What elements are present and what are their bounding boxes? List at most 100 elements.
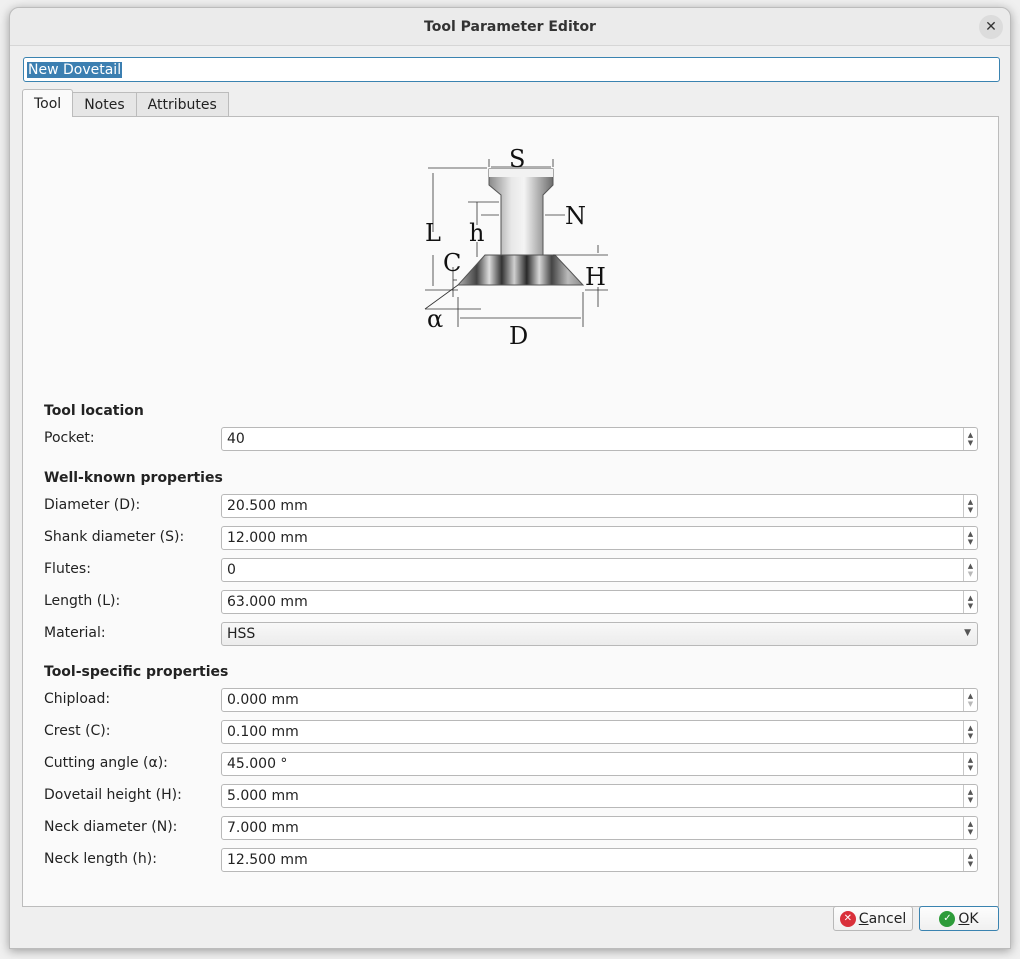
spin-down-icon[interactable]: ▼ (968, 828, 973, 836)
neck-length-spinbox[interactable]: 12.500 mm ▲ ▼ (221, 848, 978, 872)
chipload-value: 0.000 mm (227, 692, 299, 708)
pocket-value: 40 (227, 431, 245, 447)
diagram-label-h-neck: h (469, 219, 484, 247)
diagram-label-h-dovetail: H (585, 263, 606, 291)
dovetail-height-spinbox[interactable]: 5.000 mm ▲ ▼ (221, 784, 978, 808)
diagram-label-s: S (509, 147, 525, 173)
diameter-spinbox[interactable]: 20.500 mm ▲ ▼ (221, 494, 978, 518)
spin-up-icon[interactable]: ▲ (968, 692, 973, 700)
spin-up-icon[interactable]: ▲ (968, 431, 973, 439)
spin-down-icon[interactable]: ▼ (968, 538, 973, 546)
spin-up-icon[interactable]: ▲ (968, 498, 973, 506)
spin-down-icon[interactable]: ▼ (968, 439, 973, 447)
title-bar: Tool Parameter Editor ✕ (10, 8, 1010, 46)
field-neck-diameter: Neck diameter (N): 7.000 mm ▲ ▼ (44, 816, 979, 840)
spin-down-icon[interactable]: ▼ (968, 506, 973, 514)
tab-bar: Tool Notes Attributes (22, 89, 229, 117)
diagram-label-alpha: α (427, 305, 443, 333)
flutes-spinbox[interactable]: 0 ▲ ▼ (221, 558, 978, 582)
field-pocket: Pocket: 40 ▲ ▼ (44, 427, 979, 451)
field-length: Length (L): 63.000 mm ▲ ▼ (44, 590, 979, 614)
field-neck-length: Neck length (h): 12.500 mm ▲ ▼ (44, 848, 979, 872)
section-tool-specific-properties: Tool-specific properties (44, 664, 229, 680)
chipload-spinbox[interactable]: 0.000 mm ▲ ▼ (221, 688, 978, 712)
spin-up-icon[interactable]: ▲ (968, 530, 973, 538)
neck-length-value: 12.500 mm (227, 852, 308, 868)
spin-up-icon[interactable]: ▲ (968, 820, 973, 828)
window-title: Tool Parameter Editor (424, 18, 596, 35)
spin-down-icon[interactable]: ▼ (968, 860, 973, 868)
cutting-angle-label: Cutting angle (α): (44, 755, 168, 771)
field-material: Material: HSS ▼ (44, 622, 979, 646)
close-icon: ✕ (985, 19, 997, 35)
ok-button[interactable]: ✓ OK (919, 906, 999, 931)
field-flutes: Flutes: 0 ▲ ▼ (44, 558, 979, 582)
spin-down-icon: ▼ (967, 570, 974, 578)
field-diameter: Diameter (D): 20.500 mm ▲ ▼ (44, 494, 979, 518)
tool-tab-panel: S N L h C H α D Tool location Pocket: 40… (22, 116, 999, 907)
spin-up-icon[interactable]: ▲ (968, 594, 973, 602)
flutes-label: Flutes: (44, 561, 91, 577)
chevron-down-icon: ▼ (964, 628, 971, 638)
neck-diameter-spinbox[interactable]: 7.000 mm ▲ ▼ (221, 816, 978, 840)
spin-down-icon[interactable]: ▼ (968, 602, 973, 610)
spin-down-icon: ▼ (967, 700, 974, 708)
cutting-angle-value: 45.000 ° (227, 756, 288, 772)
tool-parameter-editor-dialog: Tool Parameter Editor ✕ New Dovetail Too… (9, 7, 1011, 949)
flutes-value: 0 (227, 562, 236, 578)
shank-diameter-value: 12.000 mm (227, 530, 308, 546)
field-shank-diameter: Shank diameter (S): 12.000 mm ▲ ▼ (44, 526, 979, 550)
crest-value: 0.100 mm (227, 724, 299, 740)
spin-up-icon[interactable]: ▲ (968, 562, 973, 570)
field-chipload: Chipload: 0.000 mm ▲ ▼ (44, 688, 979, 712)
section-tool-location: Tool location (44, 403, 144, 419)
material-label: Material: (44, 625, 106, 641)
pocket-label: Pocket: (44, 430, 95, 446)
diameter-value: 20.500 mm (227, 498, 308, 514)
shank-diameter-label: Shank diameter (S): (44, 529, 185, 545)
check-icon: ✓ (939, 910, 956, 927)
length-spinbox[interactable]: 63.000 mm ▲ ▼ (221, 590, 978, 614)
length-value: 63.000 mm (227, 594, 308, 610)
diagram-label-l: L (425, 219, 441, 247)
crest-spinbox[interactable]: 0.100 mm ▲ ▼ (221, 720, 978, 744)
material-value: HSS (227, 626, 256, 642)
close-button[interactable]: ✕ (979, 15, 1003, 39)
tab-notes[interactable]: Notes (72, 92, 137, 117)
spin-down-icon[interactable]: ▼ (968, 732, 973, 740)
neck-diameter-value: 7.000 mm (227, 820, 299, 836)
diameter-label: Diameter (D): (44, 497, 141, 513)
spin-down-icon[interactable]: ▼ (968, 764, 973, 772)
crest-label: Crest (C): (44, 723, 111, 739)
tool-name-value: New Dovetail (27, 61, 123, 78)
neck-length-label: Neck length (h): (44, 851, 157, 867)
cancel-icon: ✕ (839, 910, 856, 927)
dovetail-diagram: S N L h C H α D (424, 147, 608, 350)
cutting-angle-spinbox[interactable]: 45.000 ° ▲ ▼ (221, 752, 978, 776)
spin-up-icon[interactable]: ▲ (968, 756, 973, 764)
spin-up-icon[interactable]: ▲ (968, 724, 973, 732)
section-well-known-properties: Well-known properties (44, 470, 223, 486)
pocket-spinbox[interactable]: 40 ▲ ▼ (221, 427, 978, 451)
tab-tool[interactable]: Tool (22, 89, 74, 117)
spin-up-icon[interactable]: ▲ (968, 852, 973, 860)
tab-attributes[interactable]: Attributes (135, 92, 229, 117)
field-cutting-angle: Cutting angle (α): 45.000 ° ▲ ▼ (44, 752, 979, 776)
material-dropdown[interactable]: HSS ▼ (221, 622, 978, 646)
tool-name-input[interactable]: New Dovetail (23, 57, 1000, 82)
spin-up-icon[interactable]: ▲ (968, 788, 973, 796)
shank-diameter-spinbox[interactable]: 12.000 mm ▲ ▼ (221, 526, 978, 550)
neck-diameter-label: Neck diameter (N): (44, 819, 178, 835)
tab-tool-label: Tool (34, 95, 62, 112)
cancel-button[interactable]: ✕ Cancel (833, 906, 913, 931)
spin-down-icon[interactable]: ▼ (968, 796, 973, 804)
diagram-label-c: C (443, 249, 461, 277)
diagram-label-n: N (565, 202, 586, 230)
ok-label: OK (958, 910, 979, 927)
field-dovetail-height: Dovetail height (H): 5.000 mm ▲ ▼ (44, 784, 979, 808)
dovetail-height-label: Dovetail height (H): (44, 787, 182, 803)
tab-notes-label: Notes (84, 97, 125, 113)
chipload-label: Chipload: (44, 691, 111, 707)
length-label: Length (L): (44, 593, 121, 609)
diagram-label-d: D (509, 322, 528, 350)
